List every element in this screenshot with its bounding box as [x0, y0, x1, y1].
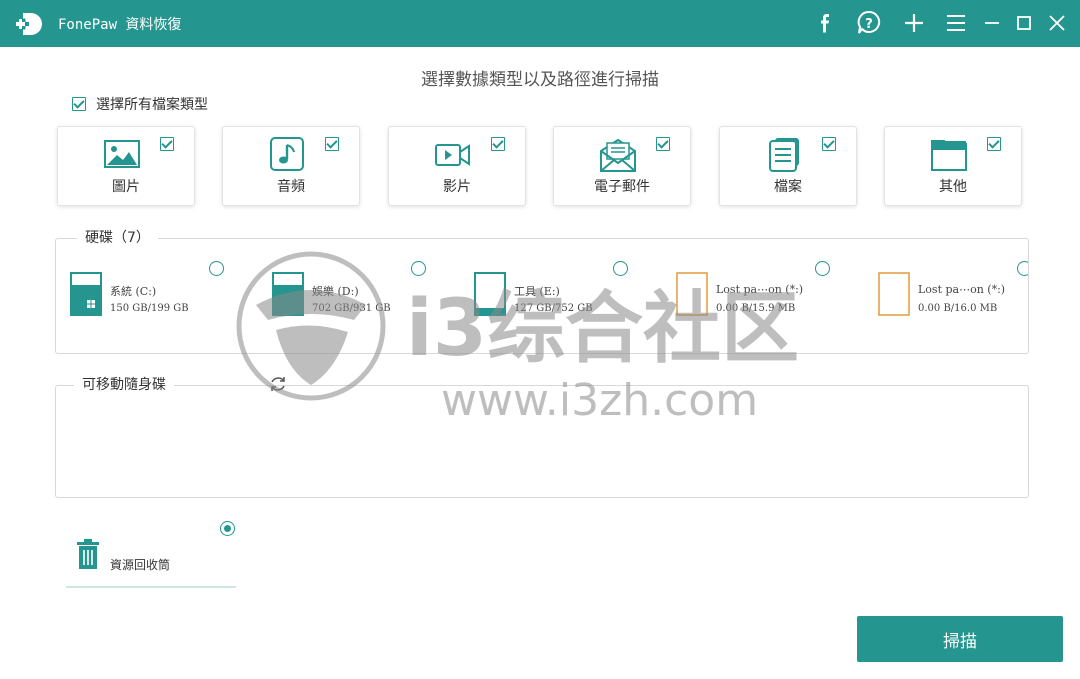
hard-drives-label: 硬碟（7）: [77, 227, 158, 247]
file-type-checkbox[interactable]: [656, 137, 670, 151]
file-type-card-documents[interactable]: 檔案: [719, 126, 857, 206]
select-all-label: 選擇所有檔案類型: [96, 97, 208, 113]
drive-item[interactable]: 娛樂 (D:) 702 GB/931 GB: [272, 262, 462, 322]
drive-item[interactable]: 工具 (E:) 127 GB/752 GB: [474, 262, 664, 322]
minimize-button[interactable]: [976, 8, 1008, 38]
file-type-card-others[interactable]: 其他: [884, 126, 1022, 206]
file-type-checkbox[interactable]: [822, 137, 836, 151]
drive-radio[interactable]: [209, 261, 224, 276]
drive-radio[interactable]: [1017, 261, 1028, 276]
drive-size: 150 GB/199 GB: [110, 303, 189, 314]
drive-name: 娛樂 (D:): [312, 285, 359, 298]
file-type-checkbox[interactable]: [325, 137, 339, 151]
drive-name: Lost pa⋯on (*:): [918, 283, 1006, 296]
title-bar: FonePaw 資料恢復 ?: [0, 0, 1080, 47]
scan-button[interactable]: 掃描: [857, 616, 1063, 662]
recycle-bin-item[interactable]: 資源回收筒: [66, 538, 236, 588]
add-button[interactable]: [898, 8, 930, 38]
select-all-checkbox[interactable]: [72, 97, 86, 111]
removable-drives-label: 可移動隨身碟: [74, 374, 174, 394]
close-button[interactable]: [1041, 8, 1073, 38]
menu-icon: [947, 15, 965, 31]
music-note-icon: [270, 137, 304, 171]
drive-name: 工具 (E:): [514, 285, 560, 298]
file-type-card-email[interactable]: 電子郵件: [553, 126, 691, 206]
removable-drives-group: [55, 385, 1029, 498]
fonepaw-logo-icon: [16, 13, 42, 35]
drive-item[interactable]: 系統 (C:) 150 GB/199 GB: [70, 262, 260, 322]
drive-size: 702 GB/931 GB: [312, 303, 391, 314]
file-type-card-images[interactable]: 圖片: [57, 126, 195, 206]
drive-item[interactable]: Lost pa⋯on (*:) 0.00 B/15.9 MB: [676, 262, 866, 322]
lost-partition-icon: [878, 272, 910, 316]
trash-bin-icon: [77, 539, 99, 569]
envelope-icon: [600, 138, 636, 172]
windows-drive-icon: [70, 272, 102, 316]
lost-partition-icon: [676, 272, 708, 316]
drive-radio-clip: [1010, 258, 1028, 280]
video-camera-icon: [435, 144, 470, 166]
drive-radio[interactable]: [815, 261, 830, 276]
drive-name: Lost pa⋯on (*:): [716, 283, 804, 296]
disk-drive-icon: [474, 272, 506, 316]
app-title: FonePaw 資料恢復: [58, 17, 182, 33]
help-button[interactable]: ?: [853, 8, 885, 38]
page-title: 選擇數據類型以及路徑進行掃描: [421, 70, 659, 90]
maximize-button[interactable]: [1008, 8, 1040, 38]
document-icon: [769, 138, 799, 172]
file-type-card-audio[interactable]: 音頻: [222, 126, 360, 206]
select-all-types[interactable]: 選擇所有檔案類型: [72, 95, 208, 113]
file-type-label: 圖片: [112, 179, 140, 195]
drive-name: 系統 (C:): [110, 285, 157, 298]
plus-icon: [905, 14, 923, 32]
file-type-label: 檔案: [774, 179, 802, 195]
file-type-checkbox[interactable]: [987, 137, 1001, 151]
file-type-label: 音頻: [277, 179, 305, 195]
folder-icon: [931, 140, 967, 171]
menu-button[interactable]: [940, 8, 972, 38]
drive-radio[interactable]: [613, 261, 628, 276]
file-type-checkbox[interactable]: [160, 137, 174, 151]
file-type-label: 電子郵件: [594, 179, 650, 195]
minimize-icon: [985, 22, 999, 24]
refresh-icon[interactable]: [268, 374, 288, 394]
drive-item[interactable]: Lost pa⋯on (*:) 0.00 B/16.0 MB: [878, 262, 1018, 322]
file-type-label: 影片: [443, 179, 471, 195]
file-type-checkbox[interactable]: [491, 137, 505, 151]
help-chat-icon: ?: [857, 10, 881, 34]
drive-size: 0.00 B/15.9 MB: [716, 303, 796, 314]
maximize-icon: [1017, 16, 1031, 30]
drive-size: 0.00 B/16.0 MB: [918, 303, 998, 314]
facebook-button[interactable]: [808, 8, 840, 38]
facebook-icon: [821, 14, 829, 33]
file-type-card-video[interactable]: 影片: [388, 126, 526, 206]
drive-size: 127 GB/752 GB: [514, 303, 593, 314]
drive-radio[interactable]: [411, 261, 426, 276]
close-icon: [1049, 15, 1065, 31]
disk-drive-icon: [272, 272, 304, 316]
recycle-bin-radio[interactable]: [220, 521, 235, 536]
svg-text:?: ?: [865, 17, 873, 32]
recycle-bin-label: 資源回收筒: [110, 558, 171, 572]
file-type-label: 其他: [939, 179, 967, 195]
image-icon: [104, 140, 140, 168]
